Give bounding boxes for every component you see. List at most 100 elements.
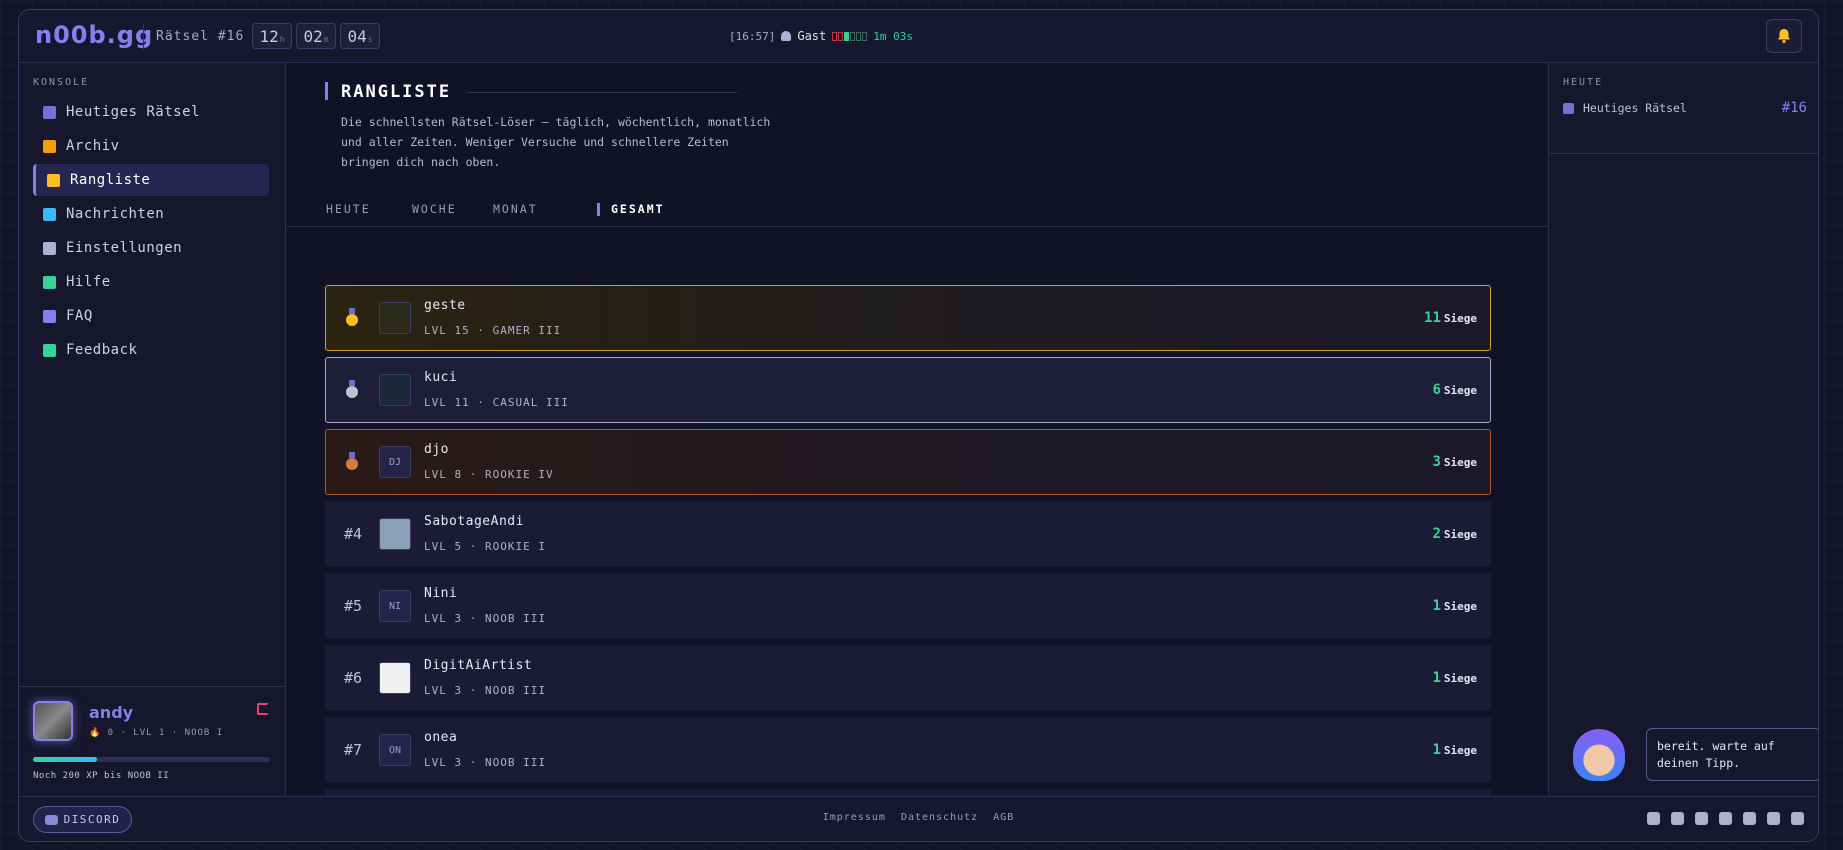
tiktok-icon[interactable] (1647, 812, 1660, 825)
impressum-link[interactable]: Impressum (823, 812, 886, 823)
sidebar-section-title: KONSOLE (33, 77, 90, 88)
player-name[interactable]: djo (424, 442, 449, 457)
tab-monat[interactable]: MONAT (493, 202, 538, 216)
attempt-dots (832, 31, 868, 41)
leaderboard-row[interactable]: kuci LVL 11 · CASUAL III 6 Siege (325, 357, 1491, 423)
player-avatar[interactable] (379, 374, 411, 406)
xp-progress-bar (33, 757, 270, 762)
avatar[interactable] (33, 701, 73, 741)
player-avatar[interactable]: ON (379, 734, 411, 766)
divider (1549, 153, 1818, 154)
inbox-icon (43, 207, 56, 221)
player-level: LVL 3 · NOOB III (424, 684, 546, 697)
leaderboard-row[interactable]: #7 ON onea LVL 3 · NOOB III 1 Siege (325, 717, 1491, 783)
player-avatar[interactable]: DJ (379, 446, 411, 478)
tab-woche[interactable]: WOCHE (412, 202, 457, 216)
sidebar-item-feedback[interactable]: Feedback (33, 334, 269, 366)
guest-user: Gast (797, 29, 827, 43)
sidebar-item-label: Archiv (66, 138, 120, 154)
leaderboard-row[interactable]: DJ djo LVL 8 · ROOKIE IV 3 Siege (325, 429, 1491, 495)
xp-text: Noch 200 XP bis NOOB II (33, 771, 170, 781)
player-level: LVL 5 · ROOKIE I (424, 540, 546, 553)
sidebar-item-heutiges-rätsel[interactable]: Heutiges Rätsel (33, 96, 269, 128)
sidebar-item-einstellungen[interactable]: Einstellungen (33, 232, 269, 264)
player-name[interactable]: Nini (424, 586, 457, 601)
timer-minutes: 02 m (296, 23, 336, 49)
player-level: LVL 8 · ROOKIE IV (424, 468, 554, 481)
mascot-speech-bubble: bereit. warte auf deinen Tipp. (1646, 728, 1818, 781)
leaderboard-row[interactable]: #4 SabotageAndi LVL 5 · ROOKIE I 2 Siege (325, 501, 1491, 567)
leaderboard-list: geste LVL 15 · GAMER III 11 Siege kuci LVL 11… (325, 285, 1491, 798)
player-avatar[interactable]: NI (379, 590, 411, 622)
leaderboard-row[interactable]: #6 DigitAiArtist LVL 3 · NOOB III 1 Siege (325, 645, 1491, 711)
today-puzzle-number: #16 (1781, 100, 1807, 116)
title-rule (467, 92, 737, 93)
today-puzzle-link[interactable]: Heutiges Rätsel #16 (1563, 100, 1807, 116)
leaderboard-row[interactable]: geste LVL 15 · GAMER III 11 Siege (325, 285, 1491, 351)
app-frame: n00b.gg Rätsel #16 12 h 02 m 04 s [16:57] G… (18, 9, 1819, 842)
sidebar-item-label: FAQ (66, 308, 93, 324)
threads-icon[interactable] (1743, 812, 1756, 825)
right-panel: HEUTE Heutiges Rätsel #16 bereit. warte … (1548, 63, 1818, 798)
player-wins: 11 Siege (1424, 310, 1477, 326)
tab-gesamt[interactable]: GESAMT (597, 202, 665, 216)
logo[interactable]: n00b.gg (35, 21, 153, 49)
player-avatar[interactable] (379, 518, 411, 550)
sidebar-item-faq[interactable]: FAQ (33, 300, 269, 332)
player-level: LVL 3 · NOOB III (424, 756, 546, 769)
xp-progress-fill (33, 757, 97, 762)
instagram-icon[interactable] (1695, 812, 1708, 825)
main-content: RANGLISTE Die schnellsten Rätsel-Löser —… (287, 63, 1548, 798)
logout-icon[interactable] (257, 703, 269, 715)
period-tabs: HEUTE WOCHE MONAT GESAMT (287, 188, 1548, 227)
sidebar-item-label: Einstellungen (66, 240, 183, 256)
player-wins: 3 Siege (1432, 454, 1477, 470)
leaderboard-row[interactable]: #5 NI Nini LVL 3 · NOOB III 1 Siege (325, 573, 1491, 639)
player-wins: 1 Siege (1432, 598, 1477, 614)
player-name[interactable]: SabotageAndi (424, 514, 524, 529)
right-section-title: HEUTE (1563, 77, 1604, 88)
player-wins: 1 Siege (1432, 670, 1477, 686)
agb-link[interactable]: AGB (993, 812, 1014, 823)
trophy-icon (47, 173, 60, 187)
status-line: [16:57] Gast 1m 03s (729, 29, 913, 43)
page-description: Die schnellsten Rätsel-Löser — täglich, … (341, 115, 771, 169)
youtube-icon[interactable] (1671, 812, 1684, 825)
sidebar-item-hilfe[interactable]: Hilfe (33, 266, 269, 298)
player-level: LVL 3 · NOOB III (424, 612, 546, 625)
sidebar-item-label: Rangliste (70, 172, 151, 188)
sidebar-item-nachrichten[interactable]: Nachrichten (33, 198, 269, 230)
player-name[interactable]: geste (424, 298, 466, 313)
player-wins: 1 Siege (1432, 742, 1477, 758)
divider (143, 24, 144, 50)
bell-icon[interactable] (1766, 19, 1802, 53)
top-bar: n00b.gg Rätsel #16 12 h 02 m 04 s [16:57] G… (19, 10, 1818, 63)
user-name[interactable]: andy (89, 703, 133, 722)
player-name[interactable]: onea (424, 730, 457, 745)
user-panel: andy 🔥 0 · LVL 1 · NOOB I Noch 200 XP bi… (19, 686, 285, 798)
sidebar-item-label: Feedback (66, 342, 138, 358)
player-avatar[interactable] (379, 662, 411, 694)
twitch-icon[interactable] (1791, 812, 1804, 825)
player-name[interactable]: kuci (424, 370, 457, 385)
rank: #5 (343, 597, 363, 615)
player-level: LVL 15 · GAMER III (424, 324, 562, 337)
archive-icon (43, 139, 56, 153)
player-name[interactable]: DigitAiArtist (424, 658, 532, 673)
discord-icon[interactable] (1767, 812, 1780, 825)
datenschutz-link[interactable]: Datenschutz (901, 812, 978, 823)
social-links (1647, 812, 1804, 825)
puzzle-icon (1563, 102, 1574, 114)
user-stats: 🔥 0 · LVL 1 · NOOB I (89, 728, 224, 738)
clock: [16:57] (729, 29, 776, 43)
puzzle-number: Rätsel #16 (156, 29, 245, 44)
ghost-icon (781, 31, 792, 41)
sidebar-item-rangliste[interactable]: Rangliste (33, 164, 269, 196)
tab-heute[interactable]: HEUTE (326, 202, 371, 216)
page-title: RANGLISTE (341, 82, 452, 102)
player-avatar[interactable] (379, 302, 411, 334)
reddit-icon[interactable] (1719, 812, 1732, 825)
sidebar-item-archiv[interactable]: Archiv (33, 130, 269, 162)
medal-icon (346, 452, 358, 470)
rank: #6 (343, 669, 363, 687)
